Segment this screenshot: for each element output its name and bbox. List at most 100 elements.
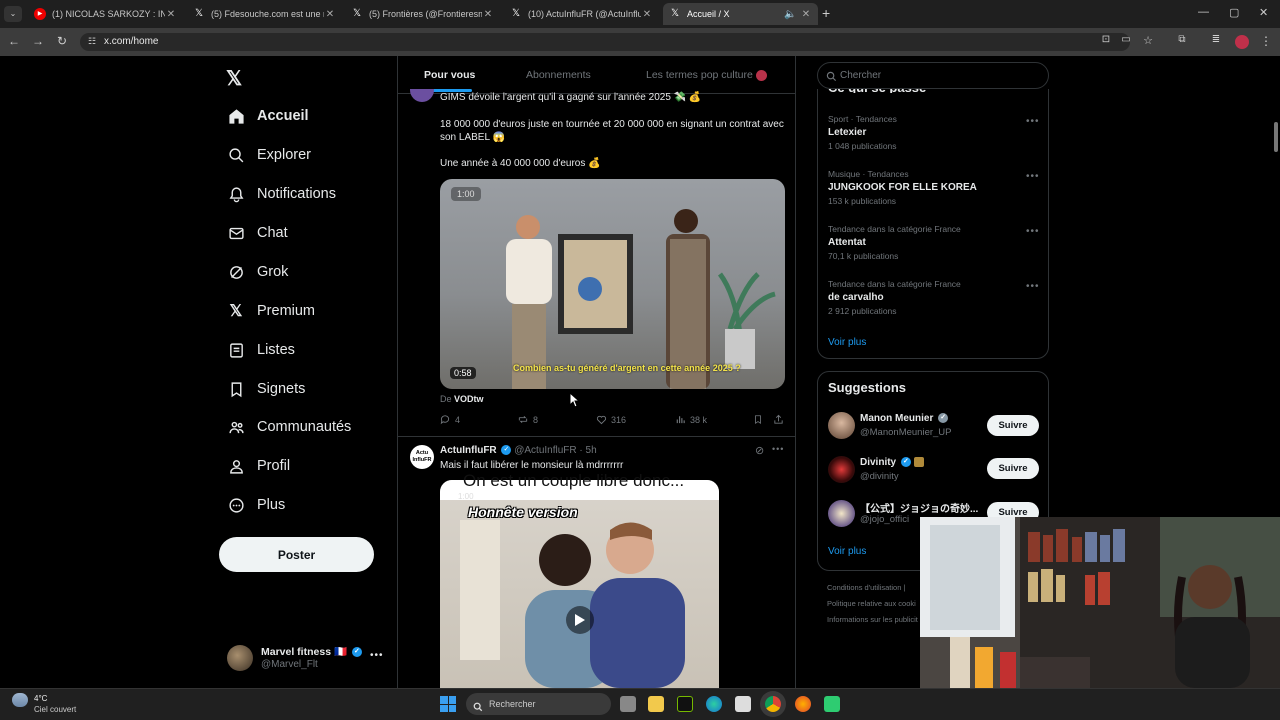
menu-icon[interactable]: ⋮ <box>1258 34 1274 48</box>
repost-button[interactable]: 8 <box>517 414 538 426</box>
nav-item-profile[interactable]: Profil <box>227 455 290 477</box>
suggestion-name[interactable]: 【公式】ジョジョの奇妙... <box>860 500 982 515</box>
footer-link[interactable]: Conditions d'utilisation | <box>827 583 905 592</box>
play-icon[interactable] <box>566 606 594 634</box>
nav-item-bookmarks[interactable]: Signets <box>227 378 305 400</box>
x-logo-icon: 𝕏 <box>194 8 204 19</box>
suggestion-name[interactable]: Manon Meunier ✓ <box>860 413 949 424</box>
edge-icon[interactable] <box>706 696 722 712</box>
author-name[interactable]: ActuInfluFR <box>440 445 497 456</box>
suggestion-avatar[interactable] <box>828 412 855 439</box>
app-icon[interactable] <box>824 696 840 712</box>
browser-tab-active[interactable]: 𝕏 Accueil / X 🔈 ✕ <box>663 3 818 25</box>
weather-desc[interactable]: Ciel couvert <box>34 705 76 714</box>
star-icon[interactable]: ☆ <box>1140 34 1156 47</box>
nav-item-communities[interactable]: Communautés <box>227 416 351 438</box>
trend-menu-icon[interactable]: ••• <box>1026 226 1040 237</box>
new-tab-button[interactable]: + <box>822 6 830 20</box>
post-button[interactable]: Poster <box>219 537 374 572</box>
follow-button[interactable]: Suivre <box>987 415 1039 436</box>
nvidia-icon[interactable] <box>677 696 693 712</box>
store-icon[interactable] <box>735 696 751 712</box>
tweet-avatar[interactable]: Actu InfluFR <box>410 445 434 469</box>
close-tab-icon[interactable]: ✕ <box>800 9 812 20</box>
trend-item[interactable]: Tendance dans la catégorie France de car… <box>828 279 1038 321</box>
weather-temp[interactable]: 4°C <box>34 694 47 703</box>
footer-link[interactable]: Informations sur les publicit <box>827 615 918 624</box>
tweet-video[interactable] <box>440 179 785 389</box>
tab-list-button[interactable]: ⌄ <box>4 6 22 22</box>
author-handle[interactable]: @ActuInfluFR <box>514 445 576 456</box>
nav-item-grok[interactable]: Grok <box>227 261 288 283</box>
browser-tab[interactable]: ▶ (1) NICOLAS SARKOZY : INTERV ✕ <box>28 3 183 25</box>
account-menu-icon[interactable]: ••• <box>370 650 384 661</box>
speaker-icon[interactable]: 🔈 <box>784 9 796 20</box>
source-link[interactable]: VODtw <box>454 394 484 404</box>
reading-list-icon[interactable]: ≣ <box>1208 34 1224 45</box>
nav-item-chat[interactable]: Chat <box>227 222 288 244</box>
tweet-text-line: Une année à 40 000 000 d'euros 💰 <box>440 158 601 169</box>
share-button[interactable] <box>773 414 784 426</box>
trend-item[interactable]: Musique · Tendances JUNGKOOK FOR ELLE KO… <box>828 169 1038 211</box>
grok-icon[interactable]: ⊘ <box>755 444 764 457</box>
nav-item-notifications[interactable]: Notifications <box>227 183 336 205</box>
browser-tab[interactable]: 𝕏 (5) Fdesouche.com est une rev ✕ <box>187 3 342 25</box>
account-avatar[interactable] <box>227 645 253 671</box>
follow-button[interactable]: Suivre <box>987 458 1039 479</box>
bookmark-button[interactable] <box>753 414 763 426</box>
close-tab-icon[interactable]: ✕ <box>641 9 653 20</box>
back-icon[interactable]: ← <box>6 34 22 48</box>
minimize-icon[interactable]: — <box>1198 6 1209 18</box>
nav-item-home[interactable]: Accueil <box>227 105 309 127</box>
nav-item-more[interactable]: Plus <box>227 494 285 516</box>
tweet-time[interactable]: · 5h <box>579 445 596 456</box>
window-close-icon[interactable]: ✕ <box>1259 6 1268 19</box>
scrollbar-thumb[interactable] <box>1274 122 1278 152</box>
reply-button[interactable]: 4 <box>440 414 460 426</box>
taskbar-search-box[interactable] <box>466 693 611 715</box>
tab-for-you[interactable]: Pour vous <box>424 69 475 81</box>
like-button[interactable]: 316 <box>596 414 626 426</box>
browser-tab[interactable]: 𝕏 (10) ActuInfluFR (@ActuInfluFR ✕ <box>504 3 659 25</box>
x-logo-icon[interactable]: 𝕏 <box>226 66 242 91</box>
suggestion-avatar[interactable] <box>828 456 855 483</box>
trend-menu-icon[interactable]: ••• <box>1026 116 1040 127</box>
nav-item-lists[interactable]: Listes <box>227 339 295 361</box>
maximize-icon[interactable]: ▢ <box>1229 6 1239 19</box>
weather-icon[interactable] <box>12 693 28 707</box>
url-text[interactable]: x.com/home <box>104 36 158 47</box>
suggestion-name[interactable]: Divinity ✓ <box>860 457 924 468</box>
address-bar[interactable] <box>80 33 1130 51</box>
nav-item-explore[interactable]: Explorer <box>227 144 311 166</box>
account-name[interactable]: Marvel fitness 🇫🇷 ✓ <box>261 645 362 658</box>
file-explorer-icon[interactable] <box>648 696 664 712</box>
tab-following[interactable]: Abonnements <box>526 69 591 81</box>
trends-show-more-link[interactable]: Voir plus <box>828 337 866 348</box>
suggestions-show-more-link[interactable]: Voir plus <box>828 546 866 557</box>
firefox-icon[interactable] <box>795 696 811 712</box>
windows-start-icon[interactable] <box>440 696 456 712</box>
footer-link[interactable]: Politique relative aux cooki <box>827 599 916 608</box>
nav-item-premium[interactable]: 𝕏 Premium <box>227 300 315 322</box>
suggestion-avatar[interactable] <box>828 500 855 527</box>
chrome-icon[interactable] <box>765 696 781 712</box>
browser-tab[interactable]: 𝕏 (5) Frontières (@Frontieresmed ✕ <box>345 3 500 25</box>
tab-pop-culture[interactable]: Les termes pop culture <box>646 69 767 81</box>
close-tab-icon[interactable]: ✕ <box>324 9 336 20</box>
install-icon[interactable]: ⊡ <box>1098 34 1114 45</box>
forward-icon[interactable]: → <box>30 34 46 48</box>
profile-avatar[interactable] <box>1235 35 1249 49</box>
extensions-icon[interactable]: ⧉ <box>1174 34 1190 45</box>
close-tab-icon[interactable]: ✕ <box>165 9 177 20</box>
task-view-icon[interactable] <box>620 696 636 712</box>
trend-item[interactable]: Sport · Tendances Letexier 1 048 publica… <box>828 114 1038 156</box>
reload-icon[interactable]: ↻ <box>54 34 70 48</box>
trend-item[interactable]: Tendance dans la catégorie France Attent… <box>828 224 1038 266</box>
trend-menu-icon[interactable]: ••• <box>1026 171 1040 182</box>
cast-icon[interactable]: ▭ <box>1118 34 1134 45</box>
close-tab-icon[interactable]: ✕ <box>482 9 494 20</box>
site-info-icon[interactable]: ☷ <box>88 36 96 47</box>
views-button[interactable]: 38 k <box>675 414 707 426</box>
tweet-menu-icon[interactable]: ••• <box>772 444 784 454</box>
trend-menu-icon[interactable]: ••• <box>1026 281 1040 292</box>
